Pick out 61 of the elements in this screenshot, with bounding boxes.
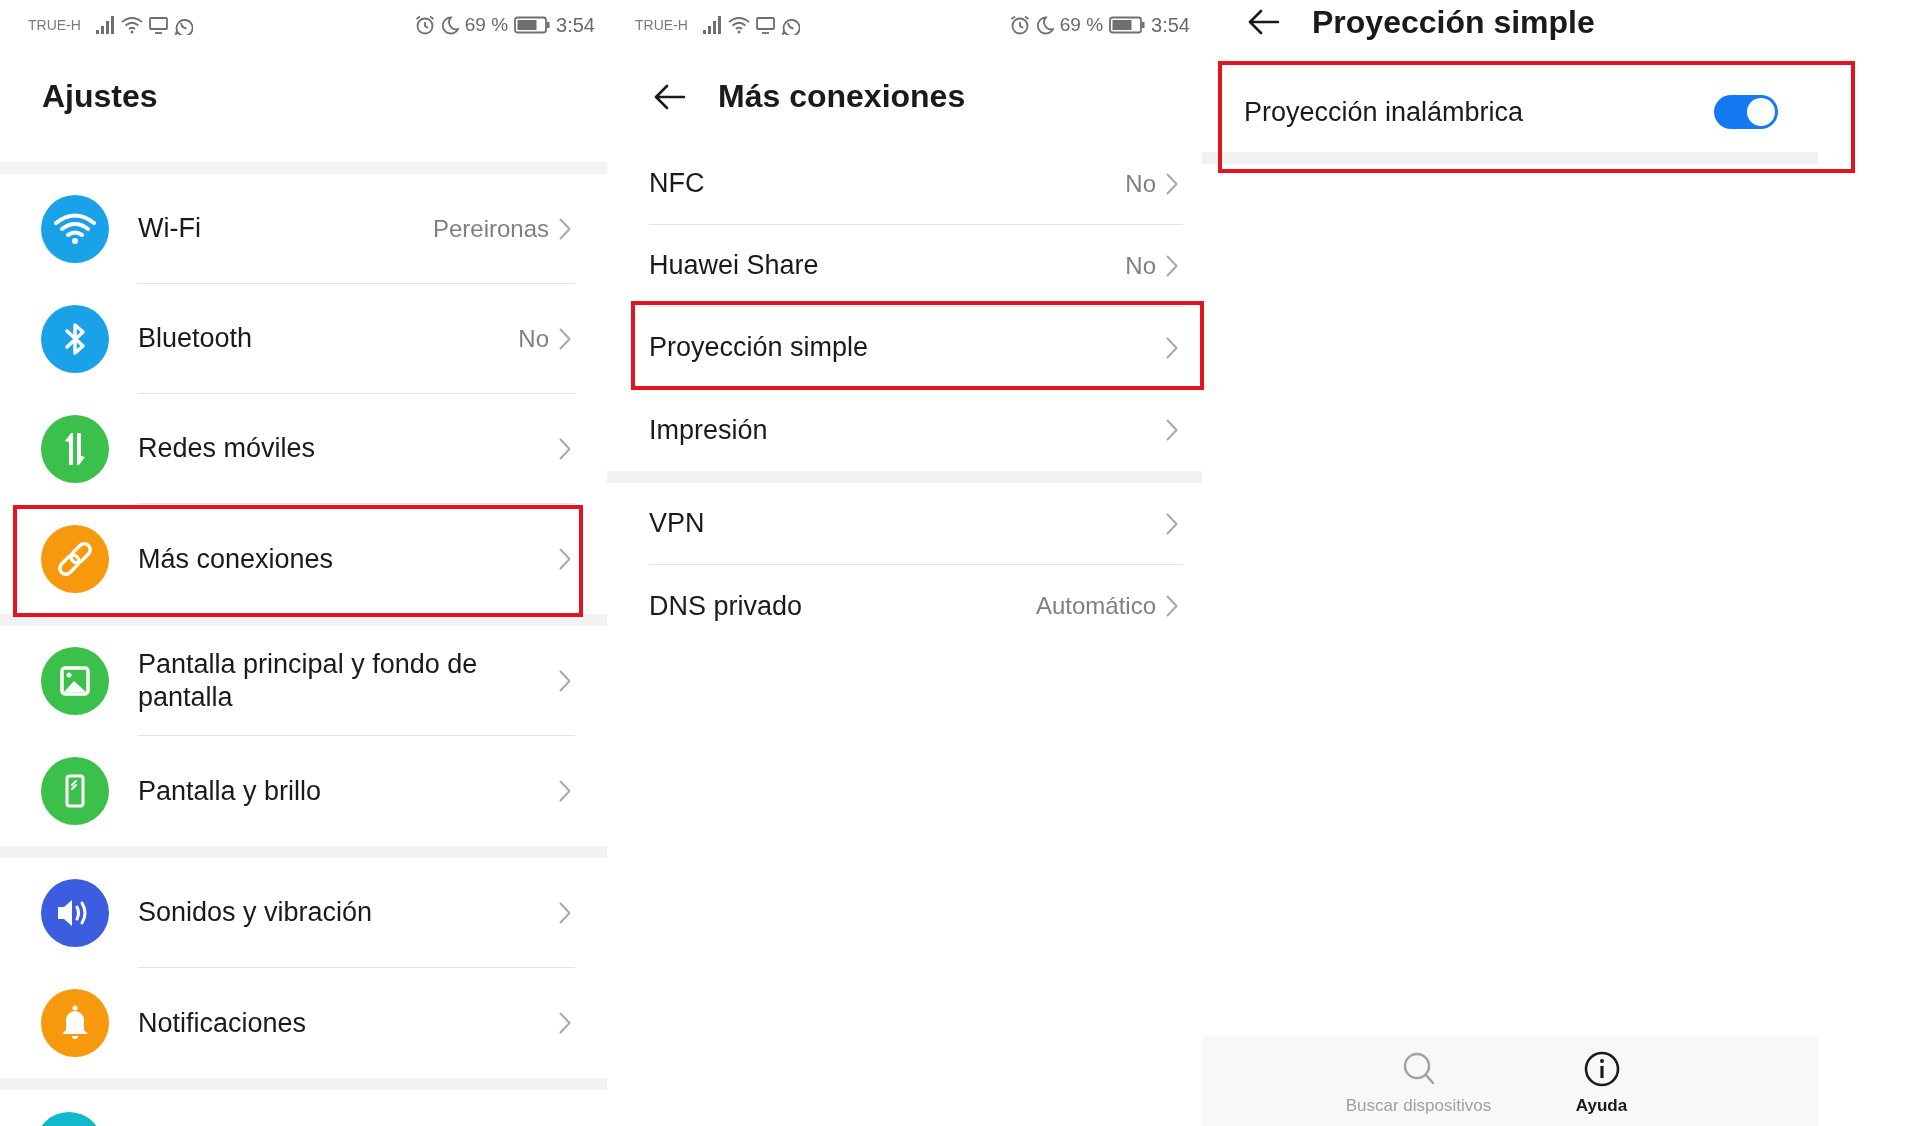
setting-label[interactable]: NFC — [649, 167, 1126, 200]
chevron-right-icon — [559, 780, 571, 802]
setting-label[interactable]: Bluetooth — [138, 322, 519, 355]
setting-value: No — [1125, 251, 1156, 280]
clock-time: 3:54 — [556, 13, 595, 37]
alarm-clock-icon — [414, 15, 435, 35]
chevron-right-icon — [1166, 336, 1178, 359]
screen-title: Proyección simple — [1312, 3, 1595, 41]
chevron-right-icon — [1166, 254, 1178, 277]
info-icon — [1583, 1051, 1620, 1087]
back-arrow-icon[interactable] — [654, 83, 686, 110]
chevron-right-icon — [559, 548, 571, 570]
wifi-icon — [727, 16, 750, 34]
wifi-icon — [120, 16, 143, 34]
monitor-icon — [148, 16, 168, 34]
signal-bars-icon — [701, 16, 722, 34]
carrier-label: TRUE-H — [635, 17, 688, 33]
chevron-right-icon — [1166, 512, 1178, 535]
help-button[interactable]: Ayuda — [1510, 1051, 1693, 1116]
setting-label[interactable]: VPN — [649, 507, 1166, 540]
chevron-right-icon — [559, 437, 571, 460]
alarm-clock-icon — [1009, 15, 1030, 35]
chevron-right-icon — [1166, 595, 1178, 617]
chevron-right-icon — [559, 327, 571, 350]
chevron-right-icon — [1166, 419, 1178, 441]
setting-label[interactable]: Más conexiones — [138, 542, 559, 576]
search-icon — [1401, 1051, 1436, 1087]
back-arrow-icon[interactable] — [1248, 9, 1280, 35]
setting-label[interactable]: Impresión — [649, 413, 1166, 447]
chevron-right-icon — [559, 217, 571, 240]
clock-time: 3:54 — [1151, 13, 1190, 37]
setting-label[interactable]: Wi-Fi — [138, 212, 433, 245]
setting-label[interactable]: Notificaciones — [138, 1006, 559, 1040]
moon-icon — [1035, 15, 1054, 35]
toggle-switch[interactable] — [1714, 95, 1778, 129]
setting-value: Pereironas — [432, 214, 549, 243]
setting-label[interactable]: Huawei Share — [649, 249, 1126, 282]
setting-label[interactable]: Pantalla principal y fondo de pantalla — [138, 647, 559, 714]
setting-value: No — [1125, 169, 1156, 198]
setting-label[interactable]: Pantalla y brillo — [138, 774, 559, 808]
battery-percent: 69 % — [464, 14, 509, 36]
setting-label[interactable]: Proyección simple — [649, 331, 1166, 364]
setting-label[interactable]: Sonidos y vibración — [138, 896, 559, 929]
chevron-right-icon — [1166, 172, 1178, 195]
moon-icon — [440, 15, 459, 35]
setting-label: Proyección inalámbrica — [1244, 95, 1525, 129]
screen-title: Más conexiones — [718, 78, 966, 115]
battery-percent: 69 % — [1059, 14, 1104, 36]
setting-value: Automático — [1035, 592, 1156, 620]
setting-value: No — [518, 324, 549, 353]
signal-bars-icon — [94, 16, 115, 34]
setting-label[interactable]: Redes móviles — [138, 432, 559, 465]
chevron-right-icon — [559, 1012, 571, 1034]
battery-icon — [514, 16, 551, 34]
battery-icon — [1109, 16, 1146, 34]
chevron-right-icon — [559, 901, 571, 924]
monitor-icon — [755, 16, 775, 34]
carrier-label: TRUE-H — [28, 17, 81, 33]
setting-label[interactable]: DNS privado — [649, 589, 1036, 623]
chevron-right-icon — [559, 669, 571, 692]
screen-title: Ajustes — [42, 77, 158, 115]
